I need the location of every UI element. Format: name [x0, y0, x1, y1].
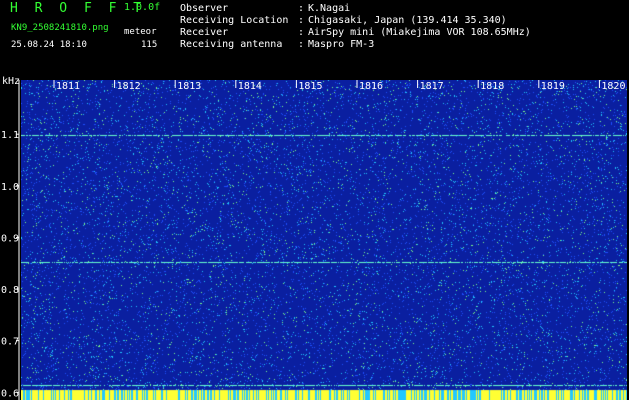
app-version: 1.0.0f — [124, 2, 161, 13]
antenna-colon: : — [298, 39, 305, 50]
location-label: Receiving Location — [180, 15, 289, 26]
receiver-value: AirSpy mini (Miakejima VOR 108.65MHz) — [308, 27, 531, 38]
time-tick-label: 1812 — [117, 81, 141, 92]
time-tick-label: 1813 — [177, 81, 201, 92]
frequency-ticks: 1.1 1.0 0.9 0.8 0.7 0.6 — [1, 130, 19, 399]
antenna-value: Maspro FM-3 — [308, 39, 375, 50]
frequency-tick-label: 0.7 — [1, 337, 19, 348]
antenna-label: Receiving antenna — [180, 39, 283, 50]
time-tick-label: 1816 — [359, 81, 383, 92]
meteor-count: 115 — [141, 40, 158, 50]
observer-label: Observer — [180, 3, 229, 14]
time-tick-label: 1820 — [601, 81, 625, 92]
receiver-label: Receiver — [180, 27, 229, 38]
time-tick-label: 1814 — [238, 81, 262, 92]
frequency-tick-label: 0.9 — [1, 233, 19, 244]
file-name: KN9_2508241810.png — [11, 23, 109, 33]
time-tick-label: 1818 — [480, 81, 504, 92]
frequency-unit-label: kHz — [2, 76, 20, 87]
observer-colon: : — [298, 3, 305, 14]
location-value: Chigasaki, Japan (139.414 35.340) — [308, 15, 507, 26]
mode-label: meteor — [124, 27, 157, 37]
frequency-tick-label: 1.0 — [1, 182, 19, 193]
observer-value: K.Nagai — [308, 3, 351, 14]
header-panel: H R O F F T 1.0.0f KN9_2508241810.png me… — [0, 0, 629, 76]
frequency-tick-label: 0.6 — [1, 388, 19, 399]
location-colon: : — [298, 15, 305, 26]
time-tick-label: 1819 — [541, 81, 565, 92]
receiver-colon: : — [298, 27, 305, 38]
time-tick-label: 1815 — [298, 81, 322, 92]
time-tick-label: 1817 — [420, 81, 444, 92]
datetime-label: 25.08.24 18:10 — [11, 40, 87, 50]
time-ticks: 1811 1812 1813 1814 1815 1816 1817 1818 1819 1820 — [53, 80, 625, 92]
frequency-tick-label: 0.8 — [1, 285, 19, 296]
frequency-tick-label: 1.1 — [1, 130, 19, 141]
time-tick-label: 1811 — [56, 81, 80, 92]
spectrogram-axes: kHz 1811 1812 1813 1814 1815 1816 1817 1818 1819… — [1, 76, 625, 400]
